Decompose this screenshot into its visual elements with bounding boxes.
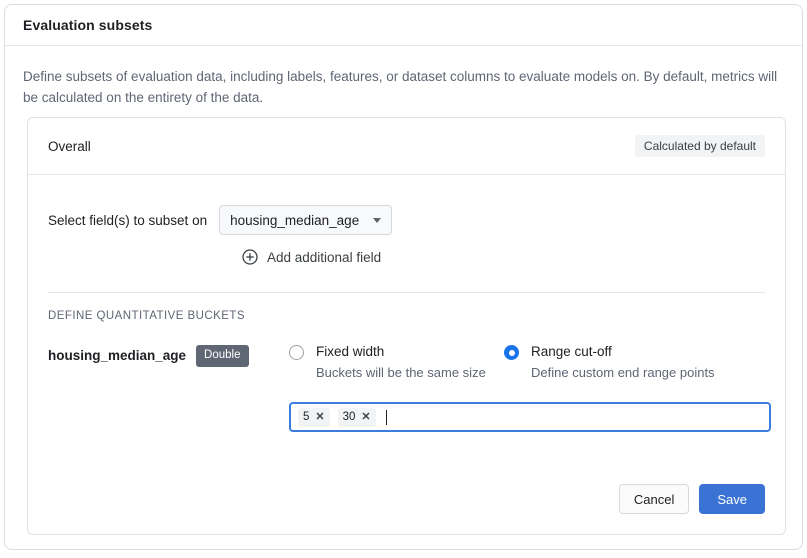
- subset-card-header: Overall Calculated by default: [28, 118, 785, 175]
- field-select-label: Select field(s) to subset on: [48, 212, 208, 228]
- radio-indicator-range-cutoff[interactable]: [504, 345, 519, 360]
- cutoff-chip[interactable]: 5 ✕: [298, 407, 330, 427]
- field-select[interactable]: housing_median_age: [219, 205, 393, 235]
- add-additional-field-label: Add additional field: [267, 249, 382, 265]
- cutoff-token-input[interactable]: 5 ✕ 30 ✕: [289, 402, 771, 432]
- subset-name: Overall: [48, 138, 91, 154]
- bucket-field-info: housing_median_age Double: [48, 343, 289, 367]
- bucket-mode-radio-group: Fixed width Buckets will be the same siz…: [289, 343, 765, 381]
- add-additional-field-button[interactable]: Add additional field: [242, 249, 381, 265]
- field-select-value: housing_median_age: [230, 212, 360, 228]
- section-title: DEFINE QUANTITATIVE BUCKETS: [48, 310, 246, 322]
- status-badge: Calculated by default: [634, 135, 765, 157]
- subset-card-body: Select field(s) to subset on housing_med…: [28, 175, 785, 432]
- radio-label-fixed-width: Fixed width: [316, 344, 385, 359]
- save-button[interactable]: Save: [699, 484, 765, 514]
- radio-texts-range-cutoff: Range cut-off Define custom end range po…: [531, 343, 715, 381]
- cancel-button[interactable]: Cancel: [618, 484, 690, 514]
- close-icon[interactable]: ✕: [361, 411, 370, 423]
- text-cursor: [385, 409, 387, 425]
- close-icon[interactable]: ✕: [315, 411, 324, 423]
- radio-option-range-cutoff[interactable]: Range cut-off Define custom end range po…: [504, 343, 715, 381]
- radio-indicator-fixed-width[interactable]: [289, 345, 304, 360]
- radio-sublabel-fixed-width: Buckets will be the same size: [316, 365, 486, 380]
- field-select-row: Select field(s) to subset on housing_med…: [48, 205, 765, 235]
- radio-option-fixed-width[interactable]: Fixed width Buckets will be the same siz…: [289, 343, 504, 381]
- field-type-badge: Double: [196, 345, 249, 367]
- form-actions: Cancel Save: [618, 484, 765, 514]
- cutoff-chip-value: 5: [303, 411, 310, 423]
- card-description: Define subsets of evaluation data, inclu…: [23, 69, 778, 105]
- page-title: Evaluation subsets: [23, 17, 153, 33]
- card-header: Evaluation subsets: [5, 5, 802, 46]
- subset-card: Overall Calculated by default Select fie…: [27, 117, 786, 535]
- section-divider: [48, 292, 765, 293]
- evaluation-subsets-card: Evaluation subsets Define subsets of eva…: [4, 4, 803, 550]
- bucket-field-name: housing_median_age: [48, 348, 187, 364]
- radio-sublabel-range-cutoff: Define custom end range points: [531, 365, 715, 380]
- cutoff-chip[interactable]: 30 ✕: [337, 407, 376, 427]
- bucket-config-row: housing_median_age Double Fixed width Bu…: [48, 343, 765, 381]
- cutoff-input-wrapper: 5 ✕ 30 ✕: [289, 402, 771, 432]
- radio-texts-fixed-width: Fixed width Buckets will be the same siz…: [316, 343, 486, 381]
- cutoff-chip-value: 30: [342, 411, 356, 423]
- chevron-down-icon: [373, 217, 382, 223]
- radio-label-range-cutoff: Range cut-off: [531, 344, 612, 359]
- card-body: Define subsets of evaluation data, inclu…: [5, 46, 802, 108]
- circle-plus-icon: [242, 249, 258, 265]
